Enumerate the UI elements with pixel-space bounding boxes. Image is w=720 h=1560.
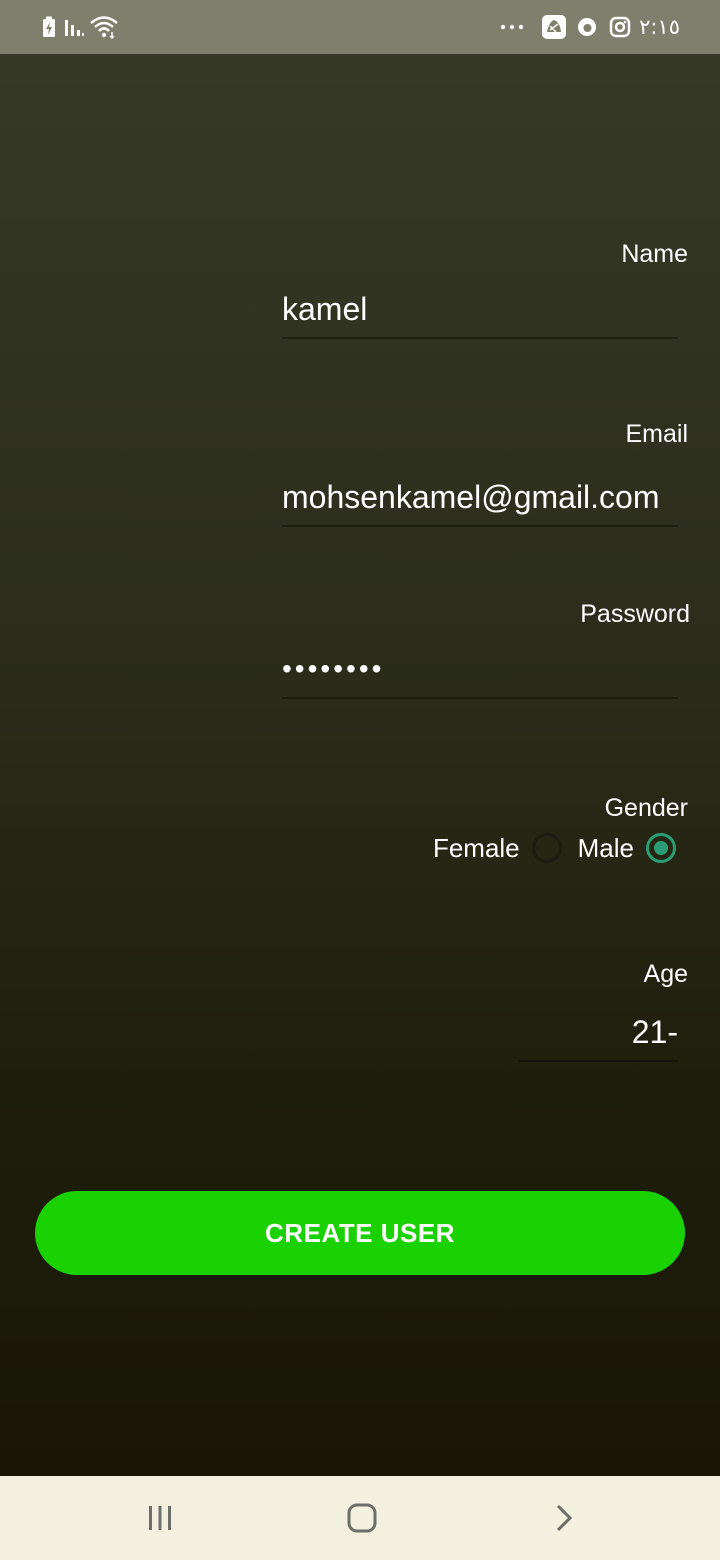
email-label: Email [625,420,688,448]
recents-icon[interactable] [120,1476,200,1560]
navigation-bar [0,1476,720,1560]
name-input[interactable]: kamel [282,281,678,339]
app-notification-icon [540,0,568,54]
password-label: Password [580,600,690,628]
email-input[interactable]: mohsenkamel@gmail.com [282,469,678,527]
gender-radio-group: Female Male [433,826,676,870]
battery-charging-icon [40,0,58,54]
radio-male[interactable] [646,833,676,863]
age-input[interactable]: 21- [518,1004,678,1062]
radio-female[interactable] [531,833,562,863]
name-label: Name [621,240,688,268]
age-label: Age [643,960,688,988]
status-bar: ٢:١٥ [0,0,720,54]
password-input[interactable]: •••••••• [282,641,678,699]
email-value: mohsenkamel@gmail.com [282,479,660,515]
gender-label: Gender [604,794,688,822]
radio-label-male: Male [577,832,634,863]
vodafone-icon [576,0,598,54]
create-user-button[interactable]: CREATE USER [35,1191,685,1275]
status-time: ٢:١٥ [639,15,680,39]
back-icon[interactable] [524,1476,604,1560]
more-dots-icon [498,0,526,54]
radio-label-female: Female [432,832,520,863]
wifi-icon [88,0,120,54]
home-icon[interactable] [322,1476,402,1560]
signal-icon [62,0,86,54]
instagram-icon [608,0,632,54]
